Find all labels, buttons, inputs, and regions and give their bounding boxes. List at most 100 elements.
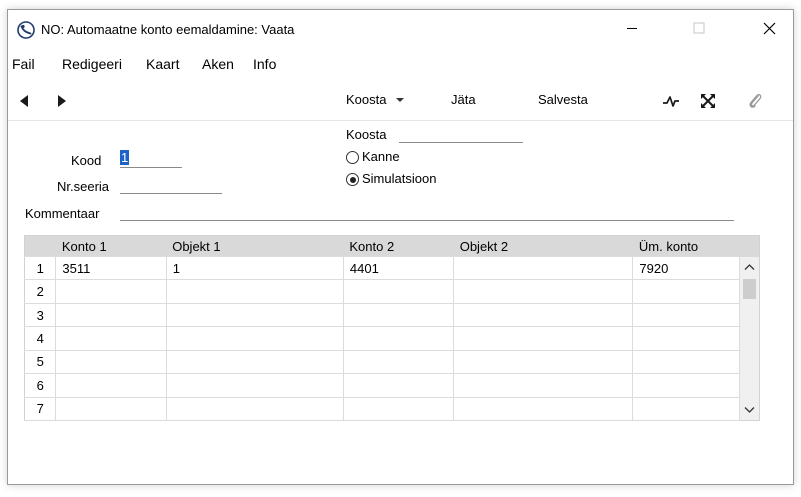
grid-cell[interactable]	[342, 349, 455, 375]
row-number: 3	[24, 302, 57, 328]
radio-kanne-label: Kanne	[362, 149, 400, 164]
app-logo-icon	[17, 21, 35, 39]
grid-cell[interactable]	[165, 349, 344, 375]
scroll-up-icon[interactable]	[744, 263, 755, 271]
table-row: 3	[24, 302, 760, 328]
expand-icon[interactable]	[700, 93, 716, 109]
grid-cell[interactable]	[453, 373, 634, 398]
grid-cell[interactable]	[55, 326, 167, 351]
maximize-icon	[693, 22, 705, 34]
next-arrow-icon[interactable]	[55, 93, 69, 109]
minimize-icon	[627, 28, 637, 29]
grid-cell[interactable]	[632, 326, 740, 351]
grid-cell[interactable]	[453, 255, 634, 281]
koosta-label: Koosta	[346, 127, 387, 142]
grid-cell[interactable]	[342, 373, 455, 398]
scrollbar-thumb[interactable]	[742, 278, 756, 299]
grid-cell[interactable]: 1	[165, 255, 344, 281]
row-number: 4	[24, 326, 57, 351]
kood-value: 1	[120, 150, 130, 165]
kood-field[interactable]: 1	[120, 150, 182, 168]
grid-cell[interactable]	[453, 302, 634, 328]
toolbar-divider	[8, 120, 793, 121]
kommentaar-label: Kommentaar	[25, 206, 100, 221]
maximize-button[interactable]	[676, 10, 722, 46]
grid-cell[interactable]	[632, 396, 740, 422]
grid-cell[interactable]	[55, 302, 167, 328]
close-icon	[763, 22, 775, 34]
grid-header-objekt2: Objekt 2	[453, 235, 633, 257]
grid-cell[interactable]: 7920	[632, 255, 740, 281]
row-number: 5	[24, 349, 57, 375]
grid-cell[interactable]	[55, 373, 167, 398]
kommentaar-field[interactable]	[120, 203, 734, 221]
menu-kaart[interactable]: Kaart	[146, 56, 179, 72]
chevron-down-icon	[396, 98, 405, 102]
table-row: 1 3511 1 4401 7920	[24, 255, 760, 421]
grid-cell[interactable]	[342, 396, 455, 422]
grid-cell[interactable]	[342, 302, 455, 328]
koosta-field[interactable]	[399, 125, 523, 143]
grid-cell[interactable]	[342, 326, 455, 351]
account-grid: Konto 1 Objekt 1 Konto 2 Objekt 2 Üm. ko…	[24, 235, 760, 422]
minimize-button[interactable]	[609, 10, 655, 46]
grid-cell[interactable]	[342, 279, 455, 304]
koosta-button-label: Koosta	[346, 92, 387, 107]
grid-cell[interactable]	[632, 302, 740, 328]
row-number: 1	[24, 255, 57, 281]
grid-cell[interactable]	[165, 373, 344, 398]
grid-cell[interactable]	[55, 279, 167, 304]
table-row: 6	[24, 373, 760, 398]
grid-header-rownum	[24, 235, 56, 257]
grid-cell[interactable]	[165, 302, 344, 328]
vertical-scrollbar[interactable]	[739, 256, 760, 421]
salvesta-button[interactable]: Salvesta	[538, 92, 588, 107]
grid-header-umkonto: Üm. konto	[632, 235, 740, 257]
koosta-button[interactable]: Koosta	[346, 92, 405, 107]
grid-cell[interactable]: 4401	[342, 255, 455, 281]
table-row: 2	[24, 279, 760, 304]
row-number: 7	[24, 396, 57, 422]
grid-header-konto1: Konto 1	[55, 235, 167, 257]
jata-button[interactable]: Jäta	[451, 92, 476, 107]
grid-cell[interactable]	[632, 279, 740, 304]
grid-cell[interactable]	[632, 373, 740, 398]
menu-redigeeri[interactable]: Redigeeri	[62, 56, 122, 72]
menu-info[interactable]: Info	[253, 56, 276, 72]
grid-cell[interactable]	[453, 279, 634, 304]
dialog-window: NO: Automaatne konto eemaldamine: Vaata …	[7, 9, 794, 485]
grid-header-objekt1: Objekt 1	[166, 235, 344, 257]
radio-simulatsioon-label: Simulatsioon	[362, 171, 437, 186]
row-number: 2	[24, 279, 57, 304]
nrseeria-field[interactable]	[120, 176, 222, 194]
grid-cell[interactable]	[453, 326, 634, 351]
activity-icon[interactable]	[662, 94, 680, 108]
title-bar[interactable]: NO: Automaatne konto eemaldamine: Vaata	[8, 10, 793, 46]
table-row: 5	[24, 349, 760, 375]
scroll-down-icon[interactable]	[744, 406, 755, 414]
prev-arrow-icon[interactable]	[17, 93, 31, 109]
radio-simulatsioon[interactable]	[346, 173, 359, 186]
grid-header-spacer	[739, 235, 760, 257]
grid-cell[interactable]: 3511	[55, 255, 167, 281]
grid-header-konto2: Konto 2	[343, 235, 454, 257]
table-row: 4	[24, 326, 760, 351]
grid-cell[interactable]	[55, 396, 167, 422]
grid-cell[interactable]	[453, 349, 634, 375]
menu-fail[interactable]: Fail	[12, 56, 35, 72]
grid-cell[interactable]	[165, 326, 344, 351]
radio-kanne[interactable]	[346, 151, 359, 164]
close-button[interactable]	[746, 10, 792, 46]
kood-label: Kood	[71, 153, 102, 168]
menu-aken[interactable]: Aken	[202, 56, 234, 72]
grid-cell[interactable]	[55, 349, 167, 375]
grid-cell[interactable]	[165, 396, 344, 422]
grid-cell[interactable]	[453, 396, 634, 422]
grid-cell[interactable]	[165, 279, 344, 304]
paperclip-icon[interactable]	[747, 92, 763, 110]
menu-bar: Fail Redigeeri Kaart Aken Info	[8, 53, 793, 75]
row-number: 6	[24, 373, 57, 398]
toolbar: Koosta Jäta Salvesta	[8, 84, 793, 118]
table-row: 7	[24, 396, 760, 422]
grid-cell[interactable]	[632, 349, 740, 375]
